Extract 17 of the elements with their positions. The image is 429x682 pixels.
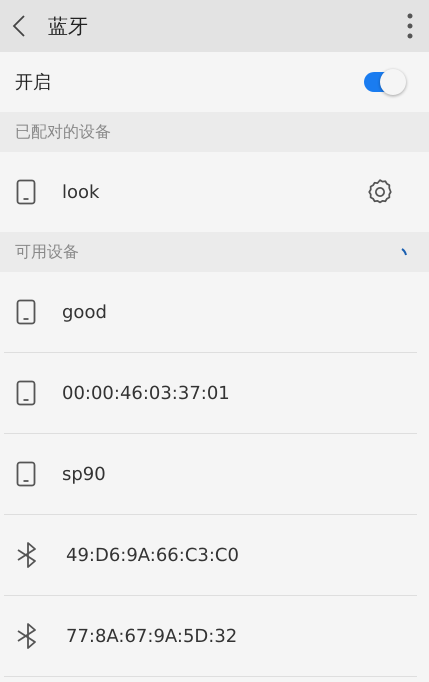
device-row[interactable]: 00:00:46:03:37:01 (4, 353, 417, 434)
device-row[interactable]: 77:8A:67:9A:5D:32 (4, 596, 417, 677)
phone-icon (16, 380, 36, 406)
device-row[interactable]: sp90 (4, 434, 417, 515)
back-icon[interactable] (12, 14, 26, 38)
page-title: 蓝牙 (48, 12, 89, 40)
phone-icon (16, 179, 36, 205)
phone-icon (16, 461, 36, 487)
loading-spinner-icon (401, 248, 407, 256)
device-row[interactable]: 49:D6:9A:66:C3:C0 (4, 515, 417, 596)
section-title: 可用设备 (15, 242, 80, 262)
more-icon[interactable] (407, 13, 413, 39)
section-title: 已配对的设备 (15, 122, 112, 142)
device-row[interactable]: look (4, 152, 417, 232)
device-row[interactable]: good (4, 272, 417, 353)
toggle-label: 开启 (15, 71, 52, 94)
phone-icon (16, 299, 36, 325)
